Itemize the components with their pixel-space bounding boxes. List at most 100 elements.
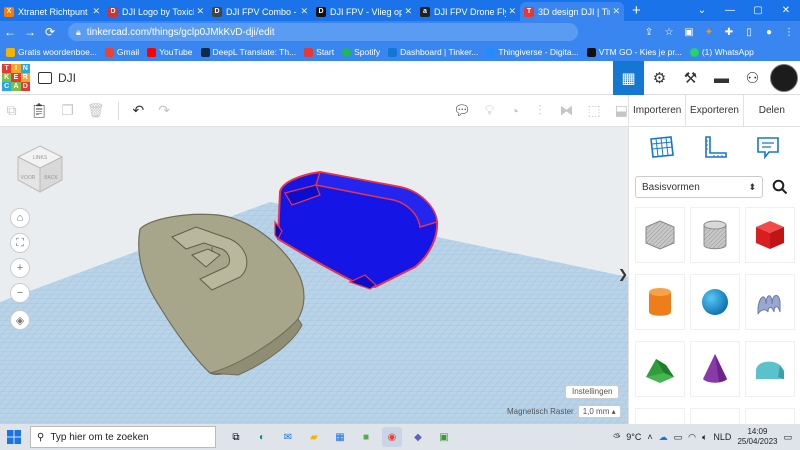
puzzle-icon[interactable]: ✚ [722, 27, 736, 38]
bookmark-item[interactable]: Spotify [342, 47, 380, 57]
text-shape-partial[interactable] [635, 408, 685, 424]
bookmark-item[interactable]: YouTube [147, 47, 193, 57]
cylinder-shape[interactable] [635, 274, 685, 330]
bookmark-item[interactable]: Gmail [104, 47, 139, 57]
project-menu-icon[interactable] [38, 71, 52, 84]
close-tab-icon[interactable]: ✕ [612, 6, 620, 17]
url-bar[interactable]: 🔒︎ tinkercad.com/things/gclp0JMkKvD-dji/… [68, 23, 578, 41]
view-cube[interactable]: LINKS VOOR BACK [14, 142, 66, 194]
redo-icon[interactable]: ↷ [158, 102, 170, 119]
chrome-icon[interactable]: ◉ [382, 427, 402, 447]
ungroup-icon[interactable]: ⬓ [615, 102, 628, 119]
roof-shape[interactable] [635, 341, 685, 397]
browser-tab[interactable]: a DJI FPV Drone Flyr ✕ [416, 2, 520, 21]
panel-collapse-chevron-icon[interactable]: ❯ [618, 262, 628, 286]
mirror-icon[interactable]: ⧓ [560, 102, 574, 119]
delete-icon[interactable]: 🗑︎ [87, 102, 105, 119]
mail-icon[interactable]: ✉ [278, 427, 298, 447]
lock-icon[interactable]: 🔒︎ [76, 27, 81, 38]
maximize-button[interactable]: ▢ [744, 5, 772, 16]
bookmark-item[interactable]: Dashboard | Tinker... [388, 47, 478, 57]
light-bulb-icon[interactable]: 💡︎ [484, 102, 495, 119]
clock[interactable]: 14:09 25/04/2023 [737, 427, 777, 447]
calendar-icon[interactable]: ▦ [330, 427, 350, 447]
language-indicator[interactable]: NLD [713, 432, 731, 442]
tinkercad-logo[interactable]: T I N K E R C A D [2, 63, 30, 92]
workplane-scene[interactable] [0, 127, 628, 424]
close-tab-icon[interactable]: ✕ [92, 6, 100, 17]
back-arrow-icon[interactable]: ← [0, 25, 20, 39]
pyramid-shape-partial[interactable] [745, 408, 795, 424]
pickaxe-icon[interactable]: ⚒ [675, 61, 706, 95]
share-icon[interactable]: ⇪ [642, 27, 656, 38]
workplane-grid-icon[interactable] [648, 133, 676, 161]
undo-icon[interactable]: ↶ [132, 102, 144, 119]
search-icon[interactable] [769, 176, 791, 198]
sidebar-icon[interactable]: ▯ [742, 27, 756, 38]
bookmark-item[interactable]: Gratis woordenboe... [6, 47, 97, 57]
star-icon[interactable]: ☆ [662, 27, 676, 38]
reload-icon[interactable]: ⟳ [40, 25, 60, 39]
home-view-icon[interactable]: ⌂ [10, 208, 30, 228]
note-icon[interactable] [754, 133, 782, 161]
box-shape[interactable] [745, 207, 795, 263]
project-name[interactable]: DJI [58, 71, 76, 85]
bookmark-item[interactable]: Thingiverse - Digita... [486, 47, 579, 57]
browser-tab[interactable]: D DJI Logo by ToxicM ✕ [104, 2, 208, 21]
align-icon[interactable]: ⫶ [534, 102, 545, 119]
bookmark-item[interactable]: DeepL Translate: Th... [200, 47, 296, 57]
cylinder-hole-shape[interactable] [690, 207, 740, 263]
group-icon[interactable]: ⬚ [588, 102, 601, 119]
tray-up-chevron-icon[interactable]: ˄ [647, 432, 652, 442]
copy-icon[interactable]: ⧉ [6, 102, 17, 119]
bookmark-item[interactable]: (1) WhatsApp [689, 47, 754, 57]
extension-color-icon[interactable]: ✦ [702, 27, 716, 38]
task-view-icon[interactable]: ⧉ [226, 427, 246, 447]
close-window-button[interactable]: ✕ [772, 5, 800, 16]
zoom-in-icon[interactable]: + [10, 258, 30, 278]
cloud-icon[interactable]: ☁ [659, 432, 668, 443]
close-tab-icon[interactable]: ✕ [508, 6, 516, 17]
avatar[interactable] [770, 64, 798, 92]
menu-icon[interactable]: ⋮ [782, 27, 796, 38]
workplane-canvas[interactable]: LINKS VOOR BACK ⌂ ⛶ + − ◈ Instellingen M… [0, 127, 628, 424]
teams-icon[interactable]: ◆ [408, 427, 428, 447]
browser-tab[interactable]: D DJI FPV - Vlieg op ✕ [312, 2, 416, 21]
close-tab-icon[interactable]: ✕ [300, 6, 308, 17]
perspective-icon[interactable]: ◈ [10, 310, 30, 330]
share-button[interactable]: Delen [742, 95, 800, 126]
settings-button[interactable]: Instellingen [565, 385, 620, 399]
ruler-icon[interactable] [701, 133, 729, 161]
weather-icon[interactable]: ⛅︎ [613, 432, 620, 443]
new-tab-button[interactable]: + [632, 2, 641, 21]
bookmark-item[interactable]: Start [304, 47, 334, 57]
sim-lab-icon[interactable]: ⚙ [644, 61, 675, 95]
battery-icon[interactable]: ▭ [674, 432, 683, 443]
volume-icon[interactable]: 🔈︎ [702, 432, 707, 443]
tab-search-icon[interactable]: ⌄ [688, 5, 716, 16]
briefcase-icon[interactable]: ▬ [706, 61, 737, 95]
snap-grid-select[interactable]: 1,0 mm ▴ [577, 405, 621, 418]
forward-arrow-icon[interactable]: → [20, 25, 40, 39]
round-roof-shape[interactable] [745, 341, 795, 397]
grid-view-icon[interactable]: ▦ [613, 61, 644, 95]
windows-start-icon[interactable] [0, 424, 28, 450]
paste-icon[interactable]: 📋︎ [30, 102, 48, 119]
shape-outline-icon[interactable]: ◔ [509, 103, 520, 119]
browser-tab[interactable]: X Xtranet Richtpunt 2 ✕ [0, 2, 104, 21]
file-explorer-icon[interactable]: ▰ [304, 427, 324, 447]
import-button[interactable]: Importeren [628, 95, 685, 126]
taskbar-search-box[interactable]: ⚲ Typ hier om te zoeken [30, 426, 216, 448]
browser-tab[interactable]: D DJI FPV Combo - D ✕ [208, 2, 312, 21]
export-button[interactable]: Exporteren [685, 95, 742, 126]
box-hole-shape[interactable] [635, 207, 685, 263]
comment-icon[interactable]: 💬︎ [453, 102, 471, 119]
browser-tab-active[interactable]: T 3D design DJI | Tink ✕ [520, 2, 624, 21]
profile-icon[interactable]: ● [762, 27, 776, 38]
minimize-button[interactable]: — [716, 5, 744, 16]
fit-view-icon[interactable]: ⛶ [10, 233, 30, 253]
sphere-shape[interactable] [690, 274, 740, 330]
close-tab-icon[interactable]: ✕ [196, 6, 204, 17]
star-shape-partial[interactable] [690, 408, 740, 424]
scribble-shape[interactable] [745, 274, 795, 330]
